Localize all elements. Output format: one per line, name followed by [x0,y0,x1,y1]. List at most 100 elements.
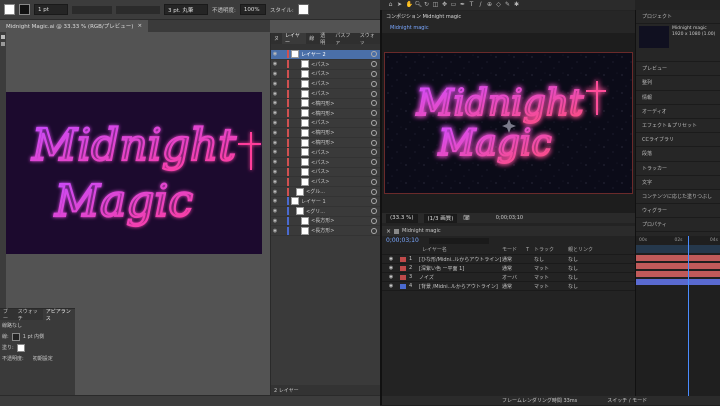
layer-row[interactable]: ◉ <パス> [271,177,381,188]
rotate-tool-icon[interactable]: ↻ [424,2,430,8]
timeline-timecode[interactable]: 0;00;03;10 [386,237,419,244]
layer-name[interactable]: [背景 /Midni..ルからアウトライン] [419,283,502,290]
opacity-field[interactable]: 100% [239,4,266,15]
comp-tab[interactable]: コンポジション Midnight magic [382,11,635,22]
snapshot-icon[interactable]: 📷︎ [463,215,469,221]
eraser-tool-icon[interactable]: ◇ [496,2,502,8]
eye-icon[interactable]: ◉ [271,208,279,214]
close-icon[interactable]: × [386,228,391,235]
layer-mode[interactable]: オーバ [502,274,526,281]
eye-icon[interactable]: ◉ [271,169,279,175]
brush-definition-dropdown[interactable]: 3 pt. 丸筆 [164,4,208,15]
layer-mode[interactable]: 通常 [502,283,526,290]
eye-icon[interactable]: ◉ [271,71,279,77]
eye-icon[interactable]: ◉ [271,159,279,165]
tab-transparency[interactable]: 透明 [317,33,332,46]
variable-width-dropdown[interactable] [72,5,112,14]
tab-stroke[interactable]: 線 [306,33,317,44]
layer-name[interactable]: ノイズ [419,274,502,281]
project-item[interactable]: Midnight magic 1920 x 1080 (1.00) [636,24,720,63]
target-circle-icon[interactable] [371,61,377,68]
target-circle-icon[interactable] [371,80,377,87]
eye-icon[interactable]: ◉ [271,218,279,224]
layer-row[interactable]: ◉ <パス> [271,158,381,168]
panel-project[interactable]: プロジェクト [636,10,720,25]
layer-row[interactable]: ◉ <パス> [271,79,381,90]
label-color[interactable] [400,265,406,271]
layer-parent[interactable]: なし [568,265,608,272]
timeline-search[interactable] [428,237,489,244]
layer-row[interactable]: ◉ レイヤー 1 [271,197,381,207]
panel-properties[interactable]: プロパティ [636,218,720,233]
eye-icon[interactable]: ◉ [271,140,279,146]
layer-row[interactable]: ◉ <パス> [271,167,381,178]
type-tool-icon[interactable]: T [469,2,475,8]
eye-icon[interactable]: ◉ [271,110,279,116]
panel-cc-libraries[interactable]: CCライブラリ [636,133,720,148]
panel-align[interactable]: 整列 [636,76,720,91]
eye-icon[interactable]: ◉ [271,189,279,195]
selection-tool-icon[interactable]: ➤ [397,2,403,8]
track-bar[interactable] [636,263,720,269]
target-circle-icon[interactable] [371,217,377,224]
pen-tool-icon[interactable]: ✒ [460,2,466,8]
layer-row[interactable]: ◉ <楕円形> [271,128,381,139]
col-mode[interactable]: モード [502,246,526,253]
appearance-stroke-row[interactable]: 線: 1 pt 内側 [0,331,75,342]
panel-info[interactable]: 情報 [636,91,720,105]
eye-icon[interactable]: ◉ [271,130,279,136]
timeline-layer-row[interactable]: ◉ 2 [深紫い色 ー平面 1] 通常 マット なし [382,264,635,273]
eye-icon[interactable]: ◉ [382,265,400,271]
panel-wiggler[interactable]: ウィグラー [636,204,720,219]
layer-track-matte[interactable]: マット [534,265,568,272]
target-circle-icon[interactable] [371,110,377,117]
layer-row[interactable]: ◉ <長方形> [271,226,381,237]
tab-panel-0[interactable]: ヌ [271,33,282,44]
layer-name[interactable]: [深紫い色 ー平面 1] [419,265,502,272]
target-circle-icon[interactable] [371,168,377,175]
target-circle-icon[interactable] [371,119,377,126]
eye-icon[interactable]: ◉ [271,81,279,87]
comp-frame[interactable]: Midnight Magic [384,52,633,194]
puppet-tool-icon[interactable]: ✱ [514,2,520,8]
eye-icon[interactable]: ◉ [382,256,400,262]
target-circle-icon[interactable] [371,129,377,136]
layer-row[interactable]: ◉ <グル... [271,187,381,197]
layer-mode[interactable]: 通常 [502,265,526,272]
eye-icon[interactable]: ◉ [271,91,279,97]
target-circle-icon[interactable] [371,227,377,234]
stroke-color-swatch[interactable] [11,332,20,341]
layer-mode[interactable]: 通常 [502,256,526,263]
home-icon[interactable]: ⌂ [388,2,394,8]
stroke-weight-field[interactable]: 1 pt [34,4,68,15]
panel-character[interactable]: 文字 [636,176,720,190]
col-parent[interactable]: 親とリンク [568,246,608,253]
label-color[interactable] [400,283,406,289]
target-circle-icon[interactable] [371,70,377,77]
track-bar[interactable] [636,255,720,261]
tab-layers[interactable]: レイヤー [282,33,307,46]
layer-row[interactable]: ◉ <楕円形> [271,99,381,109]
eye-icon[interactable]: ◉ [271,198,279,204]
eye-icon[interactable]: ◉ [271,179,279,185]
tab-appearance-0[interactable]: ブー [0,309,15,322]
track-bar[interactable] [636,271,720,277]
eye-icon[interactable]: ◉ [271,100,279,106]
layer-parent[interactable]: なし [568,274,608,281]
shape-tool-icon[interactable]: ▭ [451,2,457,8]
target-circle-icon[interactable] [371,149,377,156]
clone-tool-icon[interactable]: ⊕ [487,2,493,8]
layer-row[interactable]: ◉ <パス> [271,60,381,70]
layer-row[interactable]: ◉ <パス> [271,148,381,158]
ai-document-tab[interactable]: Midnight Magic.ai @ 33.33 % (RGB/プレビュー) … [0,20,149,32]
timeline-layer-row[interactable]: ◉ 3 ノイズ オーバ マット なし [382,273,635,282]
fill-swatch[interactable] [4,4,15,15]
eye-icon[interactable]: ◉ [382,283,400,289]
layer-track-matte[interactable]: マット [534,274,568,281]
brush-tool-icon[interactable]: / [478,2,484,8]
eye-icon[interactable]: ◉ [271,51,279,57]
layer-parent[interactable]: なし [568,283,608,290]
eye-icon[interactable]: ◉ [271,149,279,155]
eye-icon[interactable]: ◉ [271,120,279,126]
label-color[interactable] [400,256,406,262]
